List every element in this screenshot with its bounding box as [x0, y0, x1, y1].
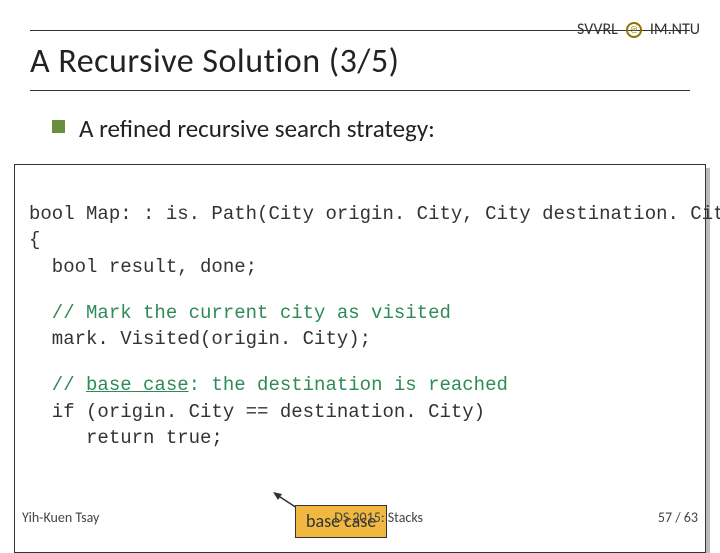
lab-name: SVVRL — [577, 20, 618, 39]
code-line: if (origin. City == destination. City) — [29, 401, 485, 423]
bullet-square-icon — [52, 120, 65, 133]
code-comment: // Mark the current city as visited — [29, 302, 451, 324]
code-line: mark. Visited(origin. City); — [29, 328, 371, 350]
footer-page: 57 / 63 — [658, 509, 698, 526]
code-block: bool Map: : is. Path(City origin. City, … — [14, 164, 706, 553]
code-line: return true; — [29, 427, 223, 449]
slide-title: A Recursive Solution (3/5) — [30, 35, 690, 88]
dept-name: IM.NTU — [650, 20, 700, 39]
bullet-item: A refined recursive search strategy: — [0, 91, 720, 154]
code-line: { — [29, 229, 40, 251]
code-comment: // base case: the destination is reached — [29, 374, 508, 396]
footer: Yih-Kuen Tsay DS 2015: Stacks 57 / 63 — [0, 509, 720, 526]
code-line: bool result, done; — [29, 256, 257, 278]
ntu-logo-icon: @ — [626, 22, 642, 38]
bullet-text: A refined recursive search strategy: — [79, 113, 435, 144]
footer-author: Yih-Kuen Tsay — [22, 509, 99, 526]
title-block: A Recursive Solution (3/5) — [0, 0, 720, 91]
code-block-container: bool Map: : is. Path(City origin. City, … — [0, 154, 720, 553]
header-right: SVVRL @ IM.NTU — [577, 20, 700, 39]
footer-course: DS 2015: Stacks — [99, 509, 657, 526]
code-line: bool Map: : is. Path(City origin. City, … — [29, 203, 720, 225]
